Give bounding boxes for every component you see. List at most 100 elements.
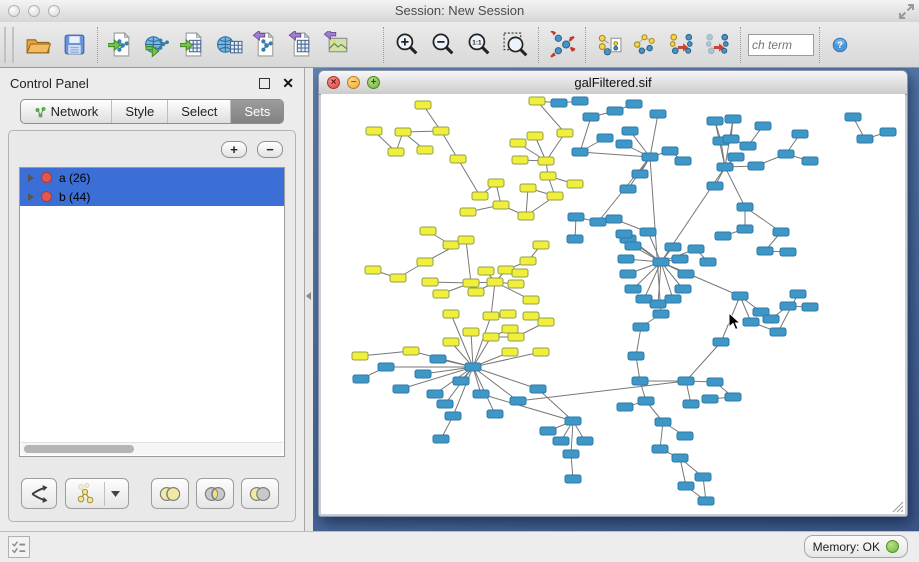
search-input[interactable] — [748, 34, 814, 56]
graph-node[interactable] — [620, 185, 636, 193]
graph-node[interactable] — [583, 113, 599, 121]
graph-node[interactable] — [520, 257, 536, 265]
graph-node[interactable] — [748, 162, 764, 170]
graph-node[interactable] — [650, 300, 666, 308]
graph-node[interactable] — [443, 241, 459, 249]
graph-node[interactable] — [678, 270, 694, 278]
graph-node[interactable] — [638, 397, 654, 405]
graph-node[interactable] — [433, 435, 449, 443]
graph-node[interactable] — [700, 258, 716, 266]
graph-node[interactable] — [790, 290, 806, 298]
hscrollbar-thumb[interactable] — [24, 445, 134, 453]
graph-node[interactable] — [707, 117, 723, 125]
graph-node[interactable] — [529, 97, 545, 105]
graph-node[interactable] — [390, 274, 406, 282]
add-set-button[interactable]: + — [221, 141, 247, 158]
graph-node[interactable] — [757, 247, 773, 255]
graph-node[interactable] — [625, 242, 641, 250]
graph-node[interactable] — [665, 295, 681, 303]
graph-node[interactable] — [353, 375, 369, 383]
graph-node[interactable] — [523, 296, 539, 304]
graph-node[interactable] — [557, 129, 573, 137]
graph-node[interactable] — [642, 153, 658, 161]
graph-node[interactable] — [433, 127, 449, 135]
graph-node[interactable] — [672, 255, 688, 263]
set-intersection-button[interactable] — [196, 478, 234, 509]
graph-node[interactable] — [698, 497, 714, 505]
graph-node[interactable] — [678, 377, 694, 385]
graph-node[interactable] — [607, 107, 623, 115]
network-window[interactable]: × − + galFiltered.sif — [318, 70, 908, 517]
graph-node[interactable] — [633, 323, 649, 331]
sets-list[interactable]: a (26)b (44) — [19, 167, 285, 457]
hide-selected-nodes-button[interactable] — [699, 26, 735, 64]
graph-node[interactable] — [770, 328, 786, 336]
graph-node[interactable] — [483, 333, 499, 341]
tab-sets[interactable]: Sets — [230, 100, 283, 123]
graph-node[interactable] — [563, 450, 579, 458]
graph-node[interactable] — [533, 348, 549, 356]
graph-node[interactable] — [857, 135, 873, 143]
graph-node[interactable] — [473, 390, 489, 398]
network-window-titlebar[interactable]: × − + galFiltered.sif — [319, 71, 907, 95]
zoom-out-button[interactable] — [425, 26, 461, 64]
zoom-in-button[interactable] — [389, 26, 425, 64]
graph-node[interactable] — [443, 310, 459, 318]
graph-node[interactable] — [422, 278, 438, 286]
graph-node[interactable] — [460, 208, 476, 216]
graph-node[interactable] — [463, 328, 479, 336]
graph-node[interactable] — [707, 378, 723, 386]
split-set-button[interactable] — [21, 478, 57, 509]
graph-node[interactable] — [395, 128, 411, 136]
graph-node[interactable] — [463, 279, 479, 287]
export-network-button[interactable] — [247, 26, 283, 64]
graph-node[interactable] — [437, 400, 453, 408]
graph-node[interactable] — [417, 258, 433, 266]
graph-node[interactable] — [695, 473, 711, 481]
graph-node[interactable] — [675, 285, 691, 293]
help-button[interactable]: ? — [825, 28, 855, 62]
graph-node[interactable] — [653, 258, 669, 266]
graph-node[interactable] — [540, 427, 556, 435]
graph-node[interactable] — [493, 201, 509, 209]
graph-node[interactable] — [723, 135, 739, 143]
graph-node[interactable] — [620, 270, 636, 278]
graph-node[interactable] — [433, 290, 449, 298]
graph-node[interactable] — [572, 97, 588, 105]
graph-node[interactable] — [500, 310, 516, 318]
graph-node[interactable] — [465, 363, 481, 371]
graph-node[interactable] — [502, 325, 518, 333]
graph-node[interactable] — [488, 179, 504, 187]
graph-node[interactable] — [417, 146, 433, 154]
graph-node[interactable] — [540, 172, 556, 180]
remove-set-button[interactable]: − — [257, 141, 283, 158]
graph-node[interactable] — [737, 225, 753, 233]
graph-node[interactable] — [403, 347, 419, 355]
import-table-file-button[interactable] — [175, 26, 211, 64]
graph-node[interactable] — [640, 228, 656, 236]
apply-layout-button[interactable] — [544, 26, 580, 64]
graph-node[interactable] — [512, 156, 528, 164]
graph-node[interactable] — [458, 236, 474, 244]
graph-node[interactable] — [677, 432, 693, 440]
open-file-button[interactable] — [20, 26, 56, 64]
graph-node[interactable] — [616, 140, 632, 148]
fullscreen-icon[interactable] — [898, 3, 915, 20]
graph-node[interactable] — [763, 315, 779, 323]
graph-node[interactable] — [565, 417, 581, 425]
graph-node[interactable] — [530, 385, 546, 393]
import-network-file-button[interactable] — [103, 26, 139, 64]
graph-node[interactable] — [622, 127, 638, 135]
graph-node[interactable] — [678, 482, 694, 490]
graph-node[interactable] — [502, 348, 518, 356]
set-union-button[interactable] — [151, 478, 189, 509]
network-canvas[interactable] — [321, 94, 905, 514]
graph-node[interactable] — [427, 390, 443, 398]
graph-node[interactable] — [652, 445, 668, 453]
import-network-url-button[interactable] — [139, 26, 175, 64]
graph-node[interactable] — [688, 245, 704, 253]
graph-node[interactable] — [551, 99, 567, 107]
graph-node[interactable] — [628, 352, 644, 360]
set-list-item[interactable]: b (44) — [20, 187, 284, 206]
graph-node[interactable] — [508, 333, 524, 341]
